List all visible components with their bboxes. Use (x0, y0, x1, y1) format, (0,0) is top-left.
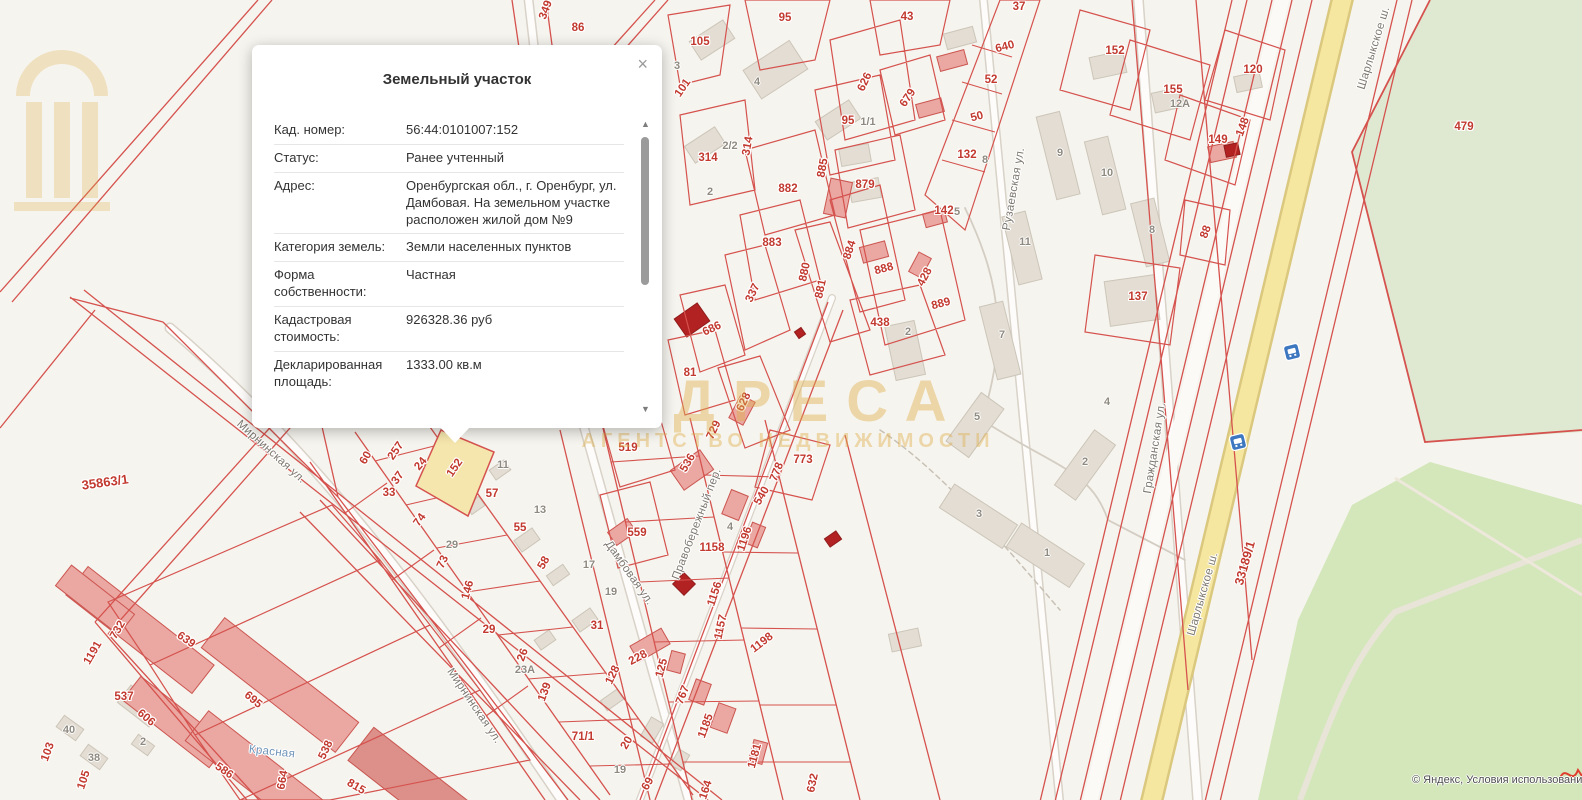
building-number-label: 5 (974, 411, 980, 423)
parcel-number-label: 37 (1013, 1, 1026, 13)
field-label: Форма собственности: (274, 267, 402, 301)
field-label: Категория земель: (274, 239, 402, 256)
parcel-number-label: 105 (690, 36, 709, 48)
building-number-label: 2/2 (722, 140, 737, 152)
popup-field-row: Форма собственности:Частная (274, 262, 624, 307)
building-number-label: 38 (88, 752, 100, 764)
building-number-label: 13 (534, 504, 546, 516)
parcel-number-label: 479 (1454, 121, 1473, 133)
building-number-label: 4 (754, 76, 760, 88)
field-value: 56:44:0101007:152 (402, 122, 624, 139)
popup-scrollbar[interactable]: ▲ ▼ (638, 119, 653, 414)
scrollbar-thumb[interactable] (641, 137, 649, 285)
field-label: Кад. номер: (274, 122, 402, 139)
parcel-number-label: 57 (486, 488, 499, 500)
field-label: Кадастровая стоимость: (274, 312, 402, 346)
map-attribution[interactable]: © Яндекс, Условия использования (1412, 774, 1582, 786)
building-number-label: 23А (515, 664, 535, 676)
popup-field-row: Декларированная площадь:1333.00 кв.м (274, 352, 624, 396)
building-number-label: 9 (1057, 147, 1063, 159)
parcel-number-label: 29 (483, 624, 496, 636)
map-viewport[interactable]: 35863/1349861011059543626679953143148828… (0, 0, 1582, 800)
parcel-number-label: 95 (779, 12, 792, 24)
building-number-label: 2 (905, 326, 911, 338)
building-number-label: 29 (446, 539, 458, 551)
building-number-label: 2 (707, 186, 713, 198)
parcel-number-label: 314 (698, 152, 717, 164)
building-number-label: 5 (954, 206, 960, 218)
field-label: Декларированная площадь: (274, 357, 402, 391)
building-number-label: 19 (605, 586, 617, 598)
parcel-number-label: 773 (793, 454, 812, 466)
popup-fields: Кад. номер:56:44:0101007:152Статус:Ранее… (274, 117, 624, 418)
parcel-number-label: 879 (855, 179, 874, 191)
popup-field-row: Кад. номер:56:44:0101007:152 (274, 117, 624, 145)
building-number-label: 7 (999, 329, 1005, 341)
parcel-number-label: 71/1 (572, 731, 594, 743)
field-label: Статус: (274, 150, 402, 167)
field-value: Оренбургская обл., г. Оренбург, ул. Дамб… (402, 178, 624, 229)
scroll-down-icon[interactable]: ▼ (638, 404, 653, 414)
parcel-number-label: 33 (383, 487, 396, 499)
parcel-number-label: 149 (1208, 134, 1227, 146)
building-number-label: 19 (614, 764, 626, 776)
building-number-label: 4 (727, 521, 733, 533)
field-value: Земли населенных пунктов (402, 239, 624, 256)
parcel-info-popup: × Земельный участок Кад. номер:56:44:010… (252, 45, 662, 428)
popup-field-row: Статус:Ранее учтенный (274, 145, 624, 173)
building-number-label: 8 (1149, 224, 1155, 236)
parcel-number-label: 882 (778, 183, 797, 195)
building-number-label: 11 (497, 459, 509, 471)
building-number-label: 3 (976, 508, 982, 520)
popup-tail (440, 427, 470, 443)
building-number-label: 2 (140, 736, 146, 748)
parcel-number-label: 81 (684, 367, 697, 379)
parcel-number-label: 152 (1105, 45, 1124, 57)
parcel-number-label: 120 (1243, 64, 1262, 76)
scroll-up-icon[interactable]: ▲ (638, 119, 653, 129)
popup-field-row: Адрес:Оренбургская обл., г. Оренбург, ул… (274, 173, 624, 235)
building-number-label: 12А (1170, 98, 1190, 110)
building-number-label: 1/1 (860, 116, 875, 128)
parcel-number-label: 43 (901, 11, 914, 23)
parcel-number-label: 132 (957, 149, 976, 161)
parcel-number-label: 55 (514, 522, 527, 534)
parcel-number-label: 438 (870, 317, 889, 329)
field-value: 1333.00 кв.м (402, 357, 624, 391)
field-value: Частная (402, 267, 624, 301)
building-number-label: 2 (1082, 456, 1088, 468)
parcel-number-label: 883 (762, 237, 781, 249)
parcel-number-label: 137 (1128, 291, 1147, 303)
popup-title: Земельный участок (252, 71, 662, 88)
building-number-label: 17 (583, 559, 595, 571)
field-value: Ранее учтенный (402, 150, 624, 167)
parcel-number-label: 519 (618, 442, 637, 454)
building-number-label: 40 (63, 724, 75, 736)
parcel-number-label: 1158 (700, 542, 725, 554)
parcel-number-label: 31 (591, 620, 604, 632)
close-icon[interactable]: × (633, 53, 652, 75)
parcel-number-label: 559 (627, 527, 646, 539)
bus-stop-icon[interactable] (1229, 433, 1247, 451)
parcel-number-label: 95 (842, 115, 855, 127)
parcel-number-label: 142 (934, 205, 953, 217)
popup-field-row: Категория земель:Земли населенных пункто… (274, 234, 624, 262)
parcel-number-label: 86 (572, 22, 585, 34)
building-number-label: 8 (982, 154, 988, 166)
parcel-number-label: 52 (985, 74, 998, 86)
parcel-number-label: 537 (114, 691, 133, 703)
cadastral-map-svg[interactable] (0, 0, 1582, 800)
building-number-label: 1 (1044, 547, 1050, 559)
popup-field-row: Кадастровая стоимость:926328.36 руб (274, 307, 624, 352)
bus-stop-icon[interactable] (1283, 343, 1301, 361)
building-number-label: 3 (674, 60, 680, 72)
building-number-label: 10 (1101, 167, 1113, 179)
parcel-number-label: 155 (1163, 84, 1182, 96)
field-label: Адрес: (274, 178, 402, 229)
field-value: 926328.36 руб (402, 312, 624, 346)
building-number-label: 11 (1019, 236, 1031, 248)
building-number-label: 4 (1104, 396, 1110, 408)
